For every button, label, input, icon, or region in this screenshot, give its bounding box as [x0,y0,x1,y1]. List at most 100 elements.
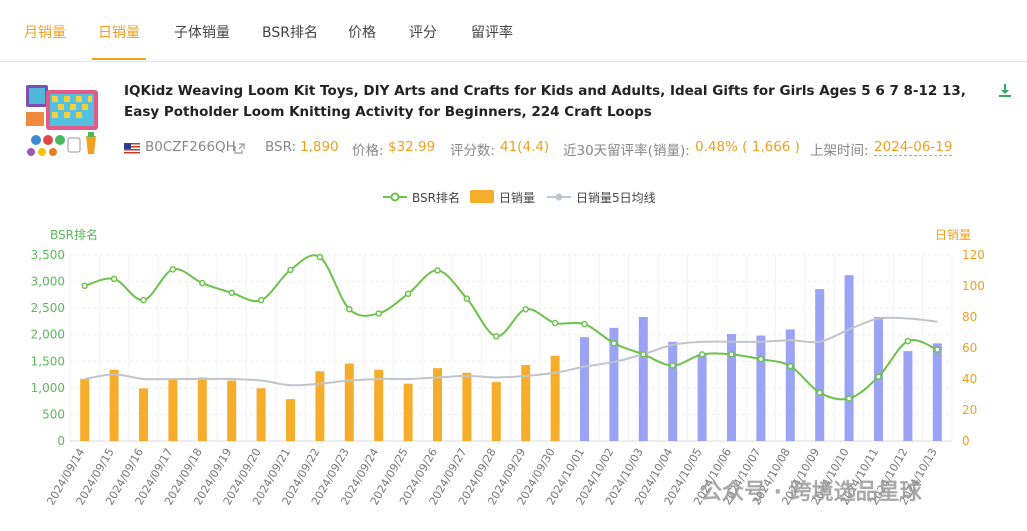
bsr-point [346,305,353,313]
right-tick-label: 60 [962,341,977,355]
bsr-label: BSR: [265,139,297,155]
bsr-point [228,289,235,296]
right-tick-label: 40 [962,372,977,386]
sales-bar [638,317,648,441]
sales-bar [256,388,266,441]
bsr-point [904,337,912,345]
tab-bar: 月销量 日销量 子体销量 BSR排名 价格 评分 留评率 [0,0,1027,62]
right-tick-label: 100 [962,279,985,293]
bsr-point [257,296,265,304]
bsr-point [640,351,647,358]
left-tick-label: 2,000 [31,328,65,342]
listed-label: 上架时间: [810,143,869,159]
sales-bar [727,334,736,441]
sales-bar [668,341,678,441]
tab-review-rate[interactable]: 留评率 [471,22,513,42]
tab-monthly-sales[interactable]: 月销量 [24,22,66,42]
tab-price[interactable]: 价格 [348,22,376,42]
sales-bar [756,335,766,441]
price-value: $32.99 [388,139,436,155]
left-tick-label: 500 [42,407,65,421]
daily-sales-chart: 0 500 1,000 1,500 2,000 2,500 3,000 3,500 0 20 40 6… [31,248,985,507]
sales-bar [932,343,942,441]
left-tick-label: 1,500 [31,354,65,368]
sales-bar [197,377,207,441]
sales-bar [491,382,501,441]
sales-bar [315,371,325,441]
right-tick-label: 20 [962,403,977,417]
bsr-point [787,362,794,370]
bsr-point [375,310,382,317]
product-card: IQKidz Weaving Loom Kit Toys, DIY Arts a… [0,70,1027,170]
sales-bar [168,379,178,441]
bsr-value: 1,890 [300,139,339,155]
watermark: 公众号 · 跨境选品星球 [700,479,923,505]
sales-bar [374,369,384,441]
bsr-point [140,296,147,304]
right-tick-label: 0 [962,434,970,448]
sales-bar [697,354,707,441]
bsr-point [169,266,177,273]
bsr-point [493,333,500,340]
sales-bar [80,379,90,441]
tab-daily-sales[interactable]: 日销量 [98,22,140,42]
right-tick-label: 120 [962,248,985,262]
chart-container: BSR排名 日销量 日销量5日均线 BSR排名 日销量 0 500 1,000 1,5… [0,180,1027,531]
left-tick-label: 0 [57,434,65,448]
tab-rating[interactable]: 评分 [409,22,437,42]
tab-divider [0,61,1027,62]
sales-bar [433,368,442,441]
bsr-point [522,305,529,313]
external-link-icon[interactable] [234,143,245,154]
tab-bsr-rank[interactable]: BSR排名 [262,22,318,42]
left-tick-label: 3,000 [31,275,65,289]
left-tick-label: 1,000 [31,381,65,395]
price-label: 价格: [352,143,384,159]
sales-bar [286,399,295,441]
sales-bar [815,289,825,441]
tab-variant-sales[interactable]: 子体销量 [174,22,230,42]
sales-bar [139,388,148,441]
sales-bar [344,363,354,441]
bsr-point [199,279,206,287]
reviews-label: 评分数: [450,143,496,159]
download-icon[interactable] [997,82,1013,98]
reviews-value: 41(4.4) [500,139,550,155]
bsr-point [816,389,823,396]
bsr-point [698,351,706,358]
bsr-point [110,275,118,283]
sales-bar [550,355,560,441]
bsr-point [845,395,853,402]
left-tick-label: 2,500 [31,301,65,315]
sales-bar [844,275,854,441]
review-rate-label: 近30天留评率(销量): [563,143,690,159]
sales-bar [785,329,795,441]
bsr-point [316,253,324,261]
sales-bar [580,337,589,441]
sales-bar [109,369,119,441]
bsr-point [81,282,88,290]
bsr-point [404,290,412,298]
bsr-point [757,355,765,363]
bsr-point [287,266,294,274]
sales-bar [903,351,913,441]
bsr-point [551,319,559,327]
bsr-point [728,351,735,358]
bsr-point [581,320,588,328]
left-tick-label: 3,500 [31,248,65,262]
right-tick-label: 80 [962,310,977,324]
bsr-point [934,346,941,353]
product-thumbnail[interactable] [22,82,102,160]
bsr-point [463,295,471,302]
product-title[interactable]: IQKidz Weaving Loom Kit Toys, DIY Arts a… [124,81,984,123]
bsr-point [610,339,618,347]
listed-date[interactable]: 2024-06-19 [874,139,953,156]
active-tab-indicator [92,58,146,60]
bsr-point [669,362,676,369]
asin-text[interactable]: B0CZF266QH [145,139,236,155]
bsr-point [875,373,882,380]
sales-bar [462,372,472,441]
sales-bar [403,383,413,441]
us-flag-icon [124,143,140,154]
bsr-point [434,267,441,274]
